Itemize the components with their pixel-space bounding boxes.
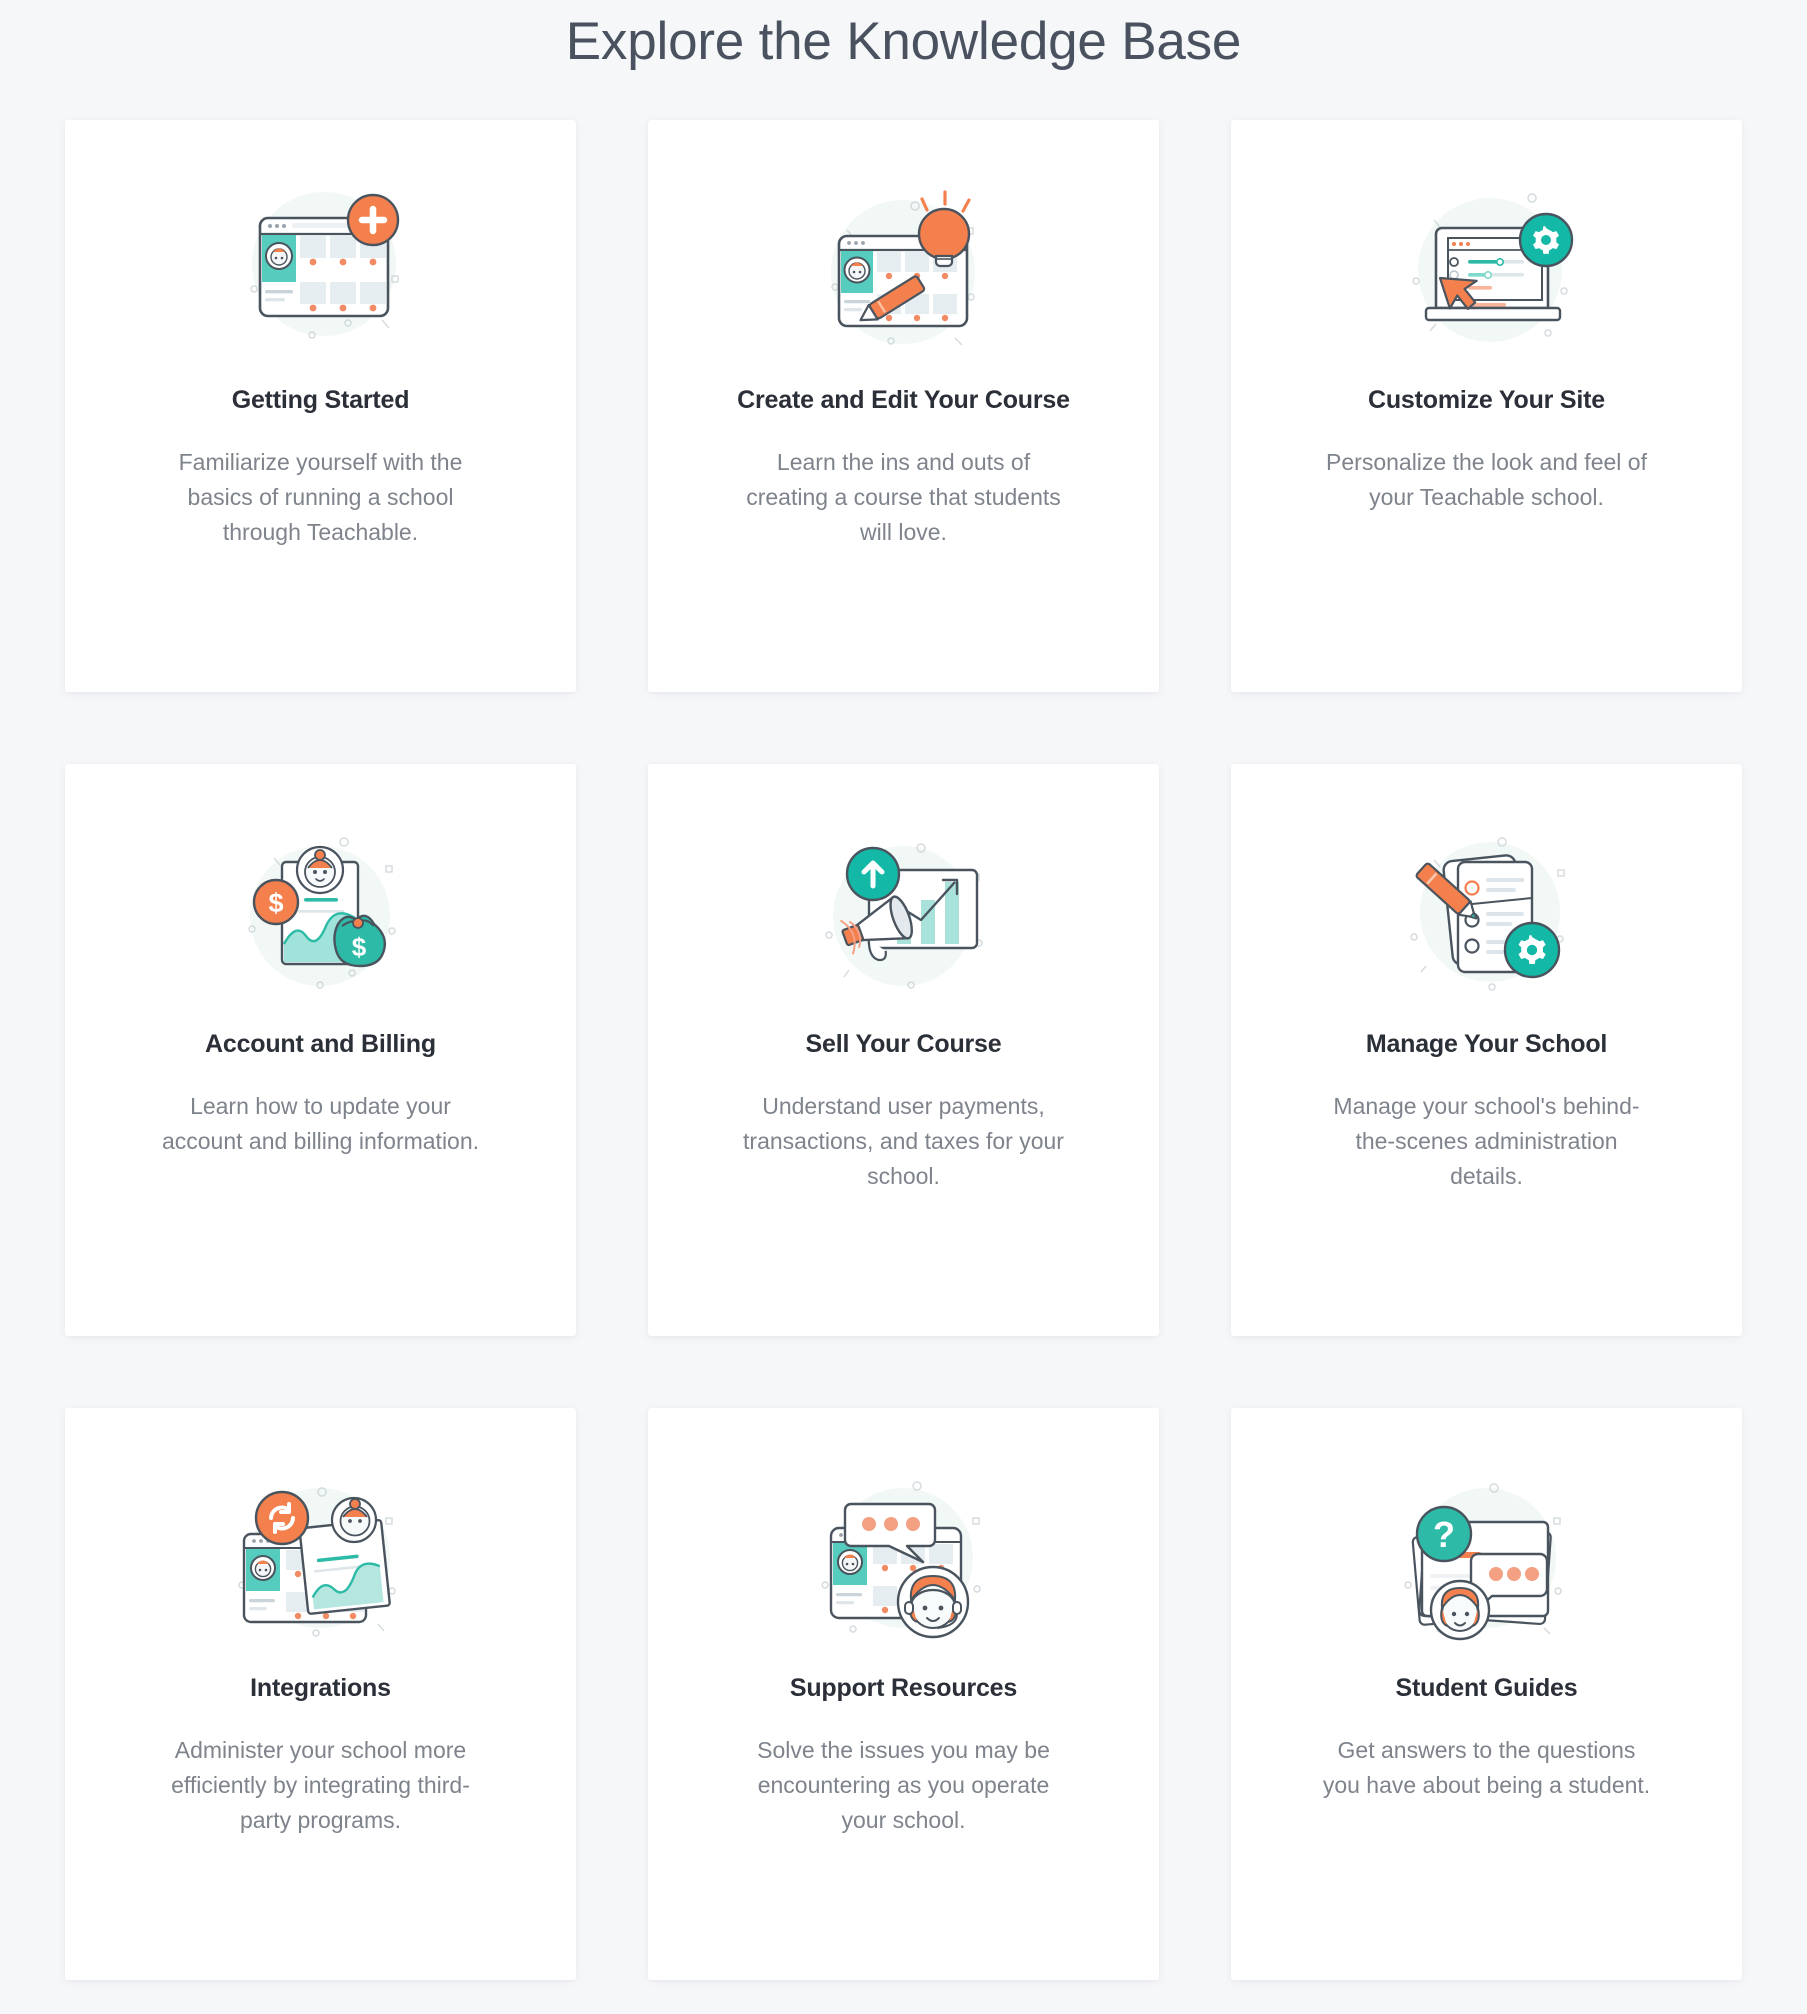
card-title: Getting Started <box>231 385 410 414</box>
card-description: Administer your school more efficiently … <box>171 1736 470 1833</box>
knowledge-base-card-integrations[interactable]: Integrations Administer your school more… <box>65 1407 576 1980</box>
megaphone-with-growth-chart-icon <box>799 816 1009 1006</box>
card-title: Sell Your Course <box>805 1029 1002 1058</box>
card-description: Manage your school's behind-the-scenes a… <box>1333 1092 1640 1189</box>
card-title: Account and Billing <box>205 1029 436 1058</box>
svg-text:$: $ <box>351 932 366 962</box>
card-title: Customize Your Site <box>1368 385 1605 414</box>
knowledge-base-card-student-guides[interactable]: ? Student Guides Get answers to the ques… <box>1231 1407 1742 1980</box>
card-description: Personalize the look and feel of your Te… <box>1326 448 1647 510</box>
knowledge-base-card-create-and-edit-your-course[interactable]: Create and Edit Your Course Learn the in… <box>648 119 1159 692</box>
knowledge-base-card-support-resources[interactable]: Support Resources Solve the issues you m… <box>648 1407 1159 1980</box>
knowledge-base-card-customize-your-site[interactable]: Customize Your Site Personalize the look… <box>1231 119 1742 692</box>
knowledge-base-card-account-and-billing[interactable]: $ $ Account and Billing Learn how to upd… <box>65 763 576 1336</box>
browser-window-with-pencil-and-lightbulb-icon <box>799 172 1009 362</box>
knowledge-base-card-getting-started[interactable]: Getting Started Familiarize yourself wit… <box>65 119 576 692</box>
knowledge-base-card-grid: Getting Started Familiarize yourself wit… <box>65 119 1742 1980</box>
card-description: Learn how to update your account and bil… <box>161 1092 480 1154</box>
card-title: Create and Edit Your Course <box>737 385 1070 414</box>
card-description: Understand user payments, transactions, … <box>743 1092 1064 1189</box>
card-title: Support Resources <box>789 1673 1018 1702</box>
laptop-with-gear-badge-and-cursor-icon <box>1382 172 1592 362</box>
card-description: Learn the ins and outs of creating a cou… <box>746 448 1061 545</box>
svg-text:$: $ <box>268 888 283 918</box>
knowledge-base-card-manage-your-school[interactable]: Manage Your School Manage your school's … <box>1231 763 1742 1336</box>
invoice-with-coin-and-money-bag-icon: $ $ <box>216 816 426 1006</box>
clipboard-with-pencil-and-gear-badge-icon <box>1382 816 1592 1006</box>
card-description: Get answers to the questions you have ab… <box>1322 1736 1651 1798</box>
card-title: Integrations <box>250 1673 391 1702</box>
browser-window-with-sync-badge-icon <box>216 1460 426 1650</box>
card-description: Solve the issues you may be encountering… <box>757 1736 1050 1833</box>
card-title: Manage Your School <box>1365 1029 1608 1058</box>
svg-text:?: ? <box>1433 1514 1455 1555</box>
page-title: Explore the Knowledge Base <box>565 12 1242 71</box>
knowledge-base-page: Explore the Knowledge Base Getting Start… <box>0 0 1807 2014</box>
knowledge-base-card-sell-your-course[interactable]: Sell Your Course Understand user payment… <box>648 763 1159 1336</box>
speech-bubble-with-support-agent-icon <box>799 1460 1009 1650</box>
card-title: Student Guides <box>1395 1673 1578 1702</box>
card-description: Familiarize yourself with the basics of … <box>178 448 463 545</box>
documents-with-question-badge-icon: ? <box>1382 1460 1592 1650</box>
browser-window-with-plus-badge-icon <box>216 172 426 362</box>
